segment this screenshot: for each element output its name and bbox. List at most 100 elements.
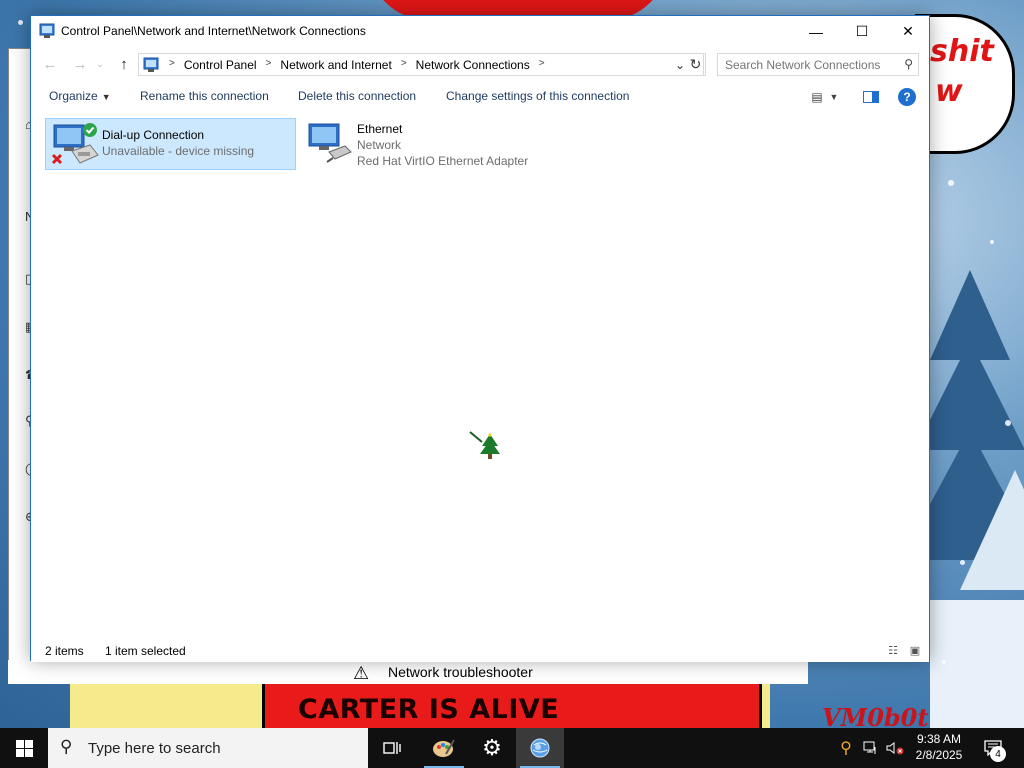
help-button[interactable]: ?	[898, 88, 916, 106]
search-box[interactable]: ⚲	[717, 53, 919, 76]
command-bar: Organize ▼ Rename this connection Delete …	[31, 82, 929, 112]
maximize-icon: ☐	[855, 23, 869, 39]
taskbar-app-settings[interactable]: ⚙	[468, 728, 516, 768]
tray-search-icon[interactable]: ⚲	[836, 728, 856, 768]
change-settings-button[interactable]: Change settings of this connection	[446, 89, 629, 103]
signature-text: VM0b0t	[822, 703, 929, 728]
magnifier-icon: ⚲	[840, 740, 852, 757]
control-panel-icon	[39, 23, 55, 38]
connections-list[interactable]: Dial-up Connection Unavailable - device …	[31, 113, 929, 636]
connection-name: Dial-up Connection	[102, 128, 205, 142]
system-clock[interactable]: 9:38 AM 2/8/2025	[908, 731, 970, 763]
search-icon: ⚲	[60, 737, 73, 756]
chevron-down-icon: ⌄	[96, 58, 104, 69]
up-arrow-icon: ↑	[120, 55, 128, 73]
maximize-button[interactable]: ☐	[839, 16, 885, 47]
forward-arrow-icon: →	[72, 55, 88, 73]
preview-pane-button[interactable]	[859, 87, 883, 107]
volume-muted-icon	[886, 742, 904, 755]
taskbar: ⚲ Type here to search ⚙ ⚲ 9:38 AM 2/8/20…	[0, 728, 1024, 768]
search-input[interactable]	[718, 54, 893, 75]
connection-name: Ethernet	[357, 122, 403, 136]
up-button[interactable]: ↑	[113, 53, 135, 75]
snow-ground	[930, 600, 1024, 728]
delete-connection-button[interactable]: Delete this connection	[298, 89, 416, 103]
title-bar[interactable]: Control Panel\Network and Internet\Netwo…	[31, 16, 929, 47]
notification-count-badge: 4	[990, 746, 1006, 762]
connection-item-ethernet[interactable]: Ethernet Network Red Hat VirtIO Ethernet…	[301, 118, 541, 170]
back-arrow-icon: ←	[42, 55, 58, 73]
control-panel-icon	[143, 57, 159, 72]
rename-connection-button[interactable]: Rename this connection	[140, 89, 269, 103]
breadcrumb: > Control Panel > Network and Internet >…	[165, 58, 549, 72]
recent-locations-button[interactable]: ⌄	[93, 53, 107, 75]
bubble-text-line1: shit	[930, 34, 994, 69]
more-view-options-button[interactable]: ▼	[827, 87, 841, 107]
connection-item-dialup[interactable]: Dial-up Connection Unavailable - device …	[45, 118, 296, 170]
breadcrumb-separator[interactable]: >	[262, 58, 276, 72]
windows-logo-icon	[15, 739, 33, 757]
snowflake	[942, 660, 946, 664]
large-icons-view-icon: ▣	[909, 644, 921, 657]
refresh-button[interactable]: ↻	[686, 53, 706, 76]
organize-label: Organize	[49, 89, 98, 103]
volume-tray-button[interactable]	[884, 728, 906, 768]
network-connections-window[interactable]: Control Panel\Network and Internet\Netwo…	[30, 15, 930, 662]
ethernet-connection-icon	[308, 123, 352, 163]
start-button[interactable]	[0, 728, 48, 768]
selection-count: 1 item selected	[105, 644, 186, 658]
breadcrumb-separator[interactable]: >	[535, 58, 549, 72]
task-view-icon	[383, 742, 401, 754]
taskbar-app-paint[interactable]	[420, 728, 468, 768]
close-button[interactable]: ✕	[885, 16, 931, 47]
network-troubleshooter-label: Network troubleshooter	[388, 664, 533, 680]
snowflake	[1005, 420, 1011, 426]
forward-button[interactable]: →	[69, 53, 91, 75]
search-icon[interactable]: ⚲	[904, 57, 913, 71]
dialup-connection-icon	[51, 123, 99, 165]
connection-device: Red Hat VirtIO Ethernet Adapter	[357, 154, 529, 168]
bubble-text-line2: w	[935, 74, 963, 109]
breadcrumb-separator[interactable]: >	[397, 58, 411, 72]
taskbar-search-placeholder: Type here to search	[88, 740, 221, 757]
address-row: ← → ⌄ ↑ > Control Panel > Network and In…	[31, 49, 929, 79]
back-button[interactable]: ←	[39, 53, 61, 75]
breadcrumb-network-connections[interactable]: Network Connections	[411, 58, 535, 72]
details-view-icon: ☷	[888, 644, 898, 657]
breadcrumb-control-panel[interactable]: Control Panel	[179, 58, 262, 72]
breadcrumb-network-and-internet[interactable]: Network and Internet	[275, 58, 396, 72]
network-tray-button[interactable]	[860, 728, 882, 768]
task-view-button[interactable]	[368, 728, 416, 768]
organize-menu[interactable]: Organize ▼	[49, 89, 111, 103]
gear-icon: ⚙	[482, 735, 502, 760]
snowflake	[948, 180, 954, 186]
status-bar: 2 items 1 item selected ☷ ▣	[31, 640, 929, 662]
help-icon: ?	[903, 90, 911, 104]
warning-icon: ⚠	[353, 663, 370, 683]
refresh-icon: ↻	[689, 56, 702, 72]
view-options-icon: ▤	[811, 90, 823, 104]
window-title: Control Panel\Network and Internet\Netwo…	[61, 24, 366, 38]
paint-palette-icon	[433, 739, 455, 757]
network-troubleshooter-link[interactable]: ⚠ Network troubleshooter	[8, 660, 808, 684]
item-count: 2 items	[45, 644, 84, 658]
address-bar[interactable]: > Control Panel > Network and Internet >…	[138, 53, 704, 76]
taskbar-app-network-connections[interactable]	[516, 728, 564, 768]
connection-status: Unavailable - device missing	[102, 144, 255, 158]
details-view-button[interactable]: ☷	[884, 643, 902, 657]
taskbar-search-box[interactable]: ⚲ Type here to search	[48, 728, 368, 768]
change-view-button[interactable]: ▤	[805, 87, 829, 107]
breadcrumb-separator[interactable]: >	[165, 58, 179, 72]
minimize-button[interactable]: —	[793, 16, 839, 47]
minimize-icon: —	[809, 23, 823, 40]
snowflake	[18, 20, 23, 25]
connection-status: Network	[357, 138, 402, 152]
network-tray-icon	[863, 741, 876, 754]
chevron-down-icon: ⌄	[674, 57, 686, 72]
large-icons-view-button[interactable]: ▣	[906, 643, 924, 657]
caret-down-icon: ▼	[829, 92, 839, 102]
caret-down-icon: ▼	[101, 92, 111, 102]
preview-pane-icon	[863, 91, 879, 103]
snowy-tree-decoration	[960, 470, 1024, 590]
close-icon: ✕	[902, 23, 914, 39]
